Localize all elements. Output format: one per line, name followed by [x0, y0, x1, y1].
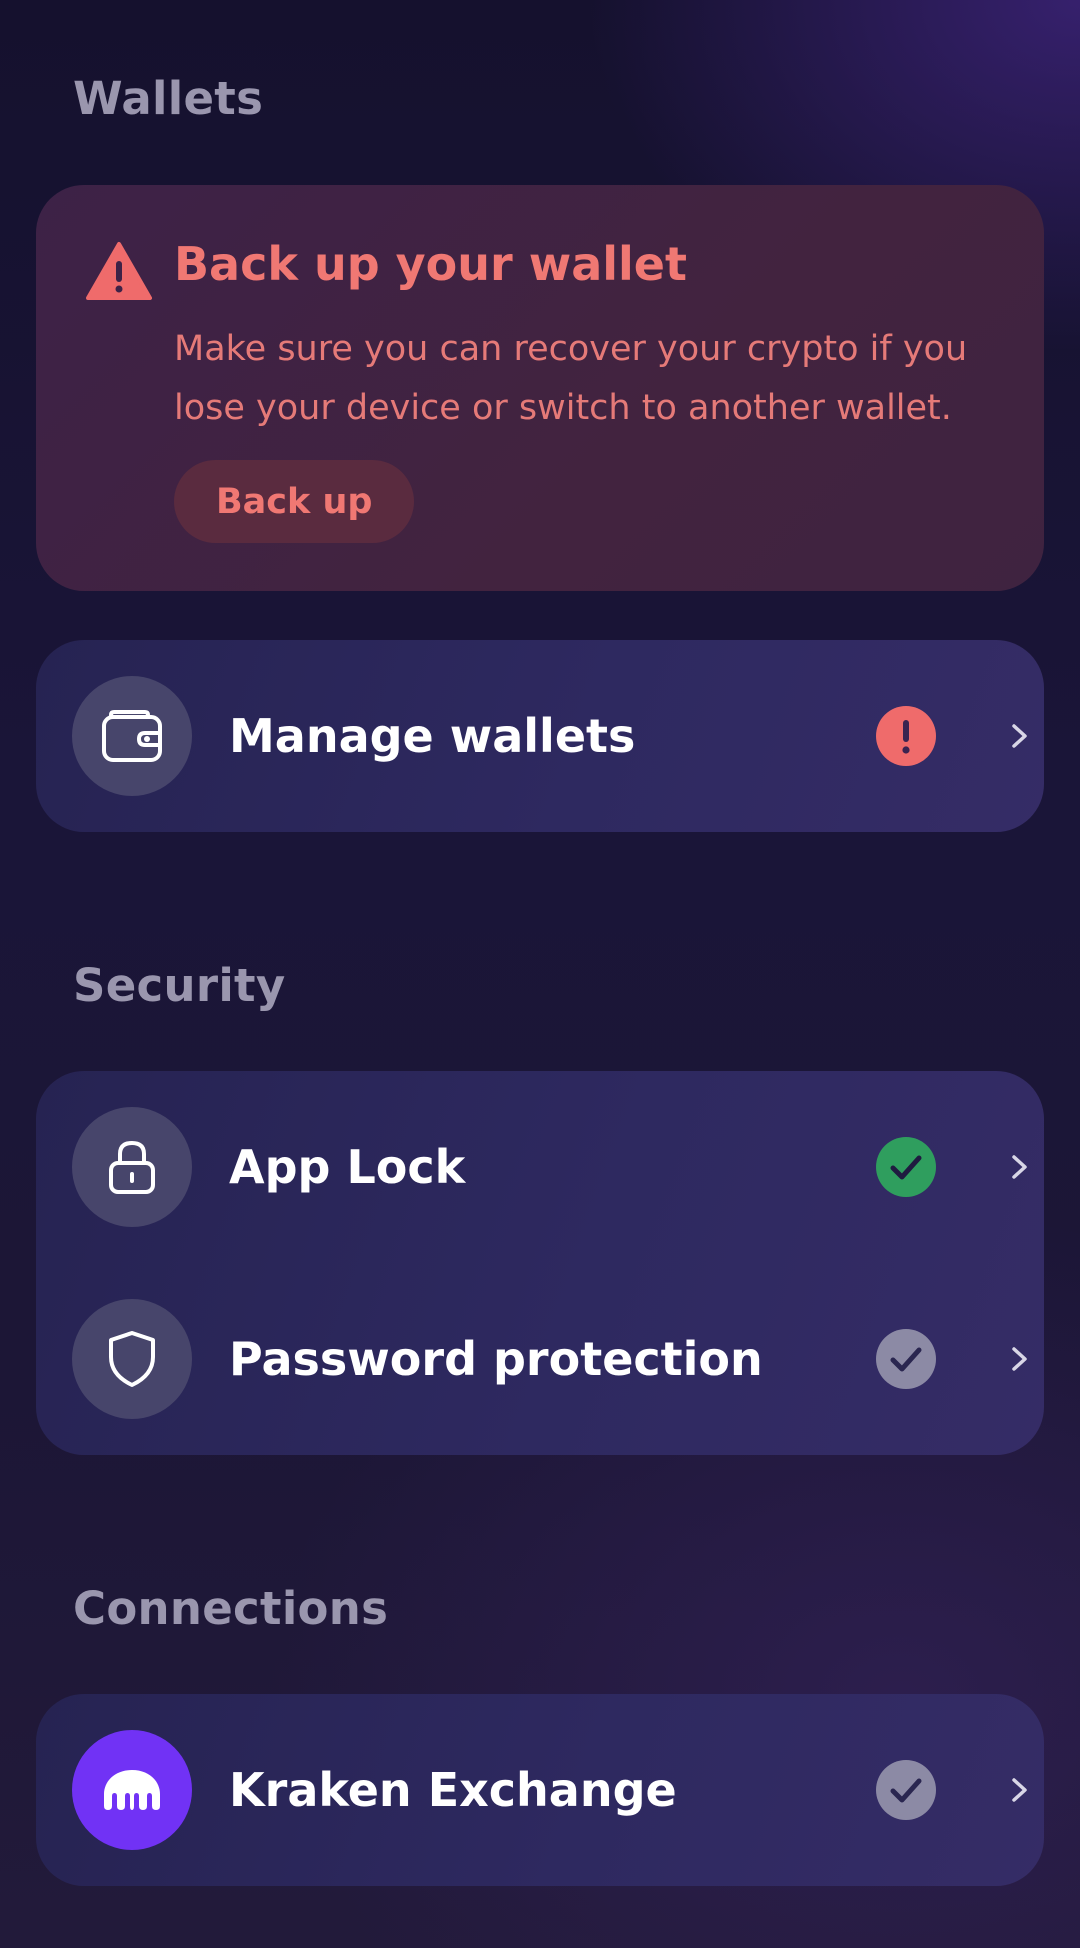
check-enabled-icon	[876, 1137, 936, 1197]
kraken-exchange-row[interactable]: Kraken Exchange	[36, 1694, 1044, 1886]
password-protection-label: Password protection	[229, 1332, 763, 1386]
check-disabled-icon	[876, 1760, 936, 1820]
kraken-icon-circle	[72, 1730, 192, 1850]
manage-wallets-row[interactable]: Manage wallets	[36, 640, 1044, 832]
wallet-icon	[102, 710, 162, 762]
backup-description: Make sure you can recover your crypto if…	[174, 329, 968, 428]
connections-card: Kraken Exchange	[36, 1694, 1044, 1886]
backup-title: Back up your wallet	[174, 237, 687, 291]
password-protection-row[interactable]: Password protection	[36, 1263, 1044, 1455]
chevron-right-icon	[1012, 724, 1027, 748]
app-lock-row[interactable]: App Lock	[36, 1071, 1044, 1263]
chevron-right-icon	[1012, 1347, 1027, 1371]
chevron-right-icon	[1012, 1155, 1027, 1179]
backup-warning-card: Back up your wallet Make sure you can re…	[36, 185, 1044, 591]
security-card: App Lock Password protection	[36, 1071, 1044, 1455]
section-title-wallets: Wallets	[73, 72, 264, 125]
shield-icon-circle	[72, 1299, 192, 1419]
manage-wallets-label: Manage wallets	[229, 709, 636, 763]
warning-triangle-icon	[86, 242, 152, 300]
wallet-icon-circle	[72, 676, 192, 796]
lock-icon-circle	[72, 1107, 192, 1227]
shield-icon	[109, 1331, 155, 1387]
app-lock-label: App Lock	[229, 1140, 466, 1194]
check-disabled-icon	[876, 1329, 936, 1389]
alert-icon	[876, 706, 936, 766]
wallets-card: Manage wallets	[36, 640, 1044, 832]
chevron-right-icon	[1012, 1778, 1027, 1802]
back-up-button[interactable]: Back up	[174, 460, 415, 543]
settings-screen: Wallets Back up your wallet Make sure yo…	[0, 0, 1080, 1948]
kraken-logo-icon	[104, 1770, 160, 1810]
section-title-security: Security	[73, 959, 286, 1012]
kraken-exchange-label: Kraken Exchange	[229, 1763, 677, 1817]
section-title-connections: Connections	[73, 1582, 389, 1635]
lock-icon	[109, 1140, 155, 1194]
